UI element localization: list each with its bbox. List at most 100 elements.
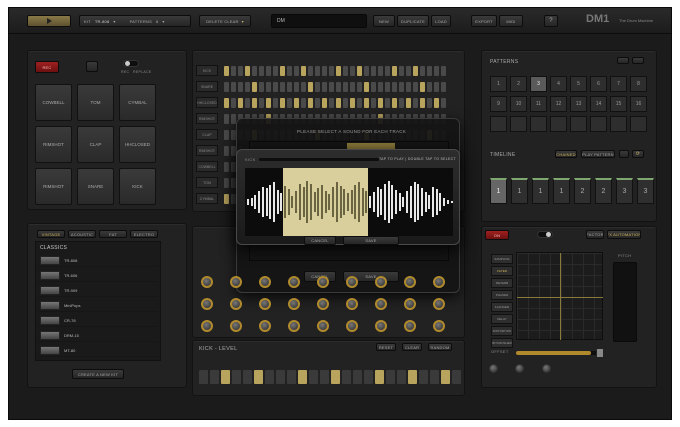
mixer-knob[interactable] [433, 298, 445, 310]
midi-button[interactable]: MIDI [499, 15, 523, 27]
mixer-knob[interactable] [375, 298, 387, 310]
mixer-knob[interactable] [259, 320, 271, 332]
kit-tab-vintage[interactable]: VINTAGE [37, 230, 65, 238]
level-reset-button[interactable]: RESET [376, 343, 396, 351]
mixer-knob[interactable] [230, 276, 242, 288]
fx-item[interactable]: DELAY [491, 314, 513, 324]
kit-list-item[interactable]: MiniPops [38, 299, 158, 312]
pattern-cell[interactable] [590, 116, 607, 132]
timeline-slot[interactable]: 3 [616, 178, 633, 204]
drum-pad[interactable]: COWBELL [35, 84, 72, 121]
track-label[interactable]: HHCLOSED [196, 97, 218, 108]
mixer-knob[interactable] [433, 276, 445, 288]
sequencer-step[interactable] [308, 82, 313, 92]
sequencer-step[interactable] [371, 82, 376, 92]
mixer-knob[interactable] [433, 320, 445, 332]
sequencer-step[interactable] [441, 98, 446, 108]
mixer-knob[interactable] [346, 320, 358, 332]
drum-pad[interactable]: SNARE [77, 168, 114, 205]
level-step[interactable] [397, 370, 406, 384]
create-kit-button[interactable]: CREATE A NEW KIT [72, 369, 124, 379]
track-label[interactable]: KICK [196, 65, 218, 76]
sequencer-step[interactable] [287, 82, 292, 92]
sequencer-step[interactable] [266, 98, 271, 108]
kit-list-item[interactable]: DRM-15 [38, 329, 158, 342]
offset-slider-handle[interactable] [596, 348, 604, 358]
pattern-cell[interactable]: 14 [590, 96, 607, 112]
mixer-knob[interactable] [375, 320, 387, 332]
level-step[interactable] [298, 370, 307, 384]
sequencer-step[interactable] [371, 98, 376, 108]
sequencer-step[interactable] [224, 146, 229, 156]
sequencer-step[interactable] [434, 98, 439, 108]
patterns-option-button[interactable] [617, 57, 629, 64]
sequencer-step[interactable] [427, 98, 432, 108]
sequencer-step[interactable] [378, 66, 383, 76]
sequencer-step[interactable] [245, 66, 250, 76]
pattern-cell[interactable]: 12 [550, 96, 567, 112]
kit-list-item[interactable]: CR-78 [38, 314, 158, 327]
sequencer-step[interactable] [280, 66, 285, 76]
sequencer-step[interactable] [280, 82, 285, 92]
mixer-knob[interactable] [201, 298, 213, 310]
fx-knob[interactable] [489, 364, 498, 373]
fx-item[interactable]: FLANGER [491, 302, 513, 312]
drum-pad[interactable]: TOM [77, 84, 114, 121]
mixer-knob[interactable] [404, 276, 416, 288]
level-clear-button[interactable]: CLEAR [402, 343, 422, 351]
mixer-knob[interactable] [259, 298, 271, 310]
level-step[interactable] [452, 370, 461, 384]
sequencer-step[interactable] [294, 82, 299, 92]
sequencer-step[interactable] [399, 98, 404, 108]
sequencer-step[interactable] [224, 178, 229, 188]
sequencer-step[interactable] [364, 66, 369, 76]
kit-tab-electro[interactable]: ELECTRO [130, 230, 158, 238]
mixer-knob[interactable] [375, 276, 387, 288]
sequencer-step[interactable] [252, 82, 257, 92]
level-step[interactable] [265, 370, 274, 384]
pattern-cell[interactable]: 16 [630, 96, 647, 112]
track-label[interactable]: TOM [196, 177, 218, 188]
sequencer-step[interactable] [441, 82, 446, 92]
sequencer-step[interactable] [385, 98, 390, 108]
fx-knob[interactable] [542, 364, 551, 373]
sequencer-step[interactable] [336, 66, 341, 76]
new-button[interactable]: NEW [373, 15, 395, 27]
sequencer-step[interactable] [336, 82, 341, 92]
sequencer-step[interactable] [315, 66, 320, 76]
sequencer-step[interactable] [406, 98, 411, 108]
timeline-slot[interactable]: 2 [595, 178, 612, 204]
mixer-knob[interactable] [288, 298, 300, 310]
level-step[interactable] [287, 370, 296, 384]
timeline-loop-button[interactable]: ⟳ [632, 150, 644, 158]
fx-item[interactable]: PHASER [491, 290, 513, 300]
level-step[interactable] [243, 370, 252, 384]
kit-list-item[interactable]: TR-606 [38, 269, 158, 282]
timeline-link-button[interactable] [619, 150, 629, 158]
help-button[interactable]: ? [544, 15, 558, 27]
pattern-cell[interactable] [550, 116, 567, 132]
sequencer-step[interactable] [427, 82, 432, 92]
sequencer-step[interactable] [343, 82, 348, 92]
sequencer-step[interactable] [231, 98, 236, 108]
sequencer-step[interactable] [413, 66, 418, 76]
pattern-cell[interactable]: 5 [570, 76, 587, 92]
sequencer-step[interactable] [392, 82, 397, 92]
mixer-knob[interactable] [201, 320, 213, 332]
pattern-cell[interactable] [530, 116, 547, 132]
level-step[interactable] [353, 370, 362, 384]
sequencer-step[interactable] [434, 82, 439, 92]
sequencer-step[interactable] [357, 82, 362, 92]
delete-clear-button[interactable]: DELETE CLEAR ▾ [199, 15, 251, 27]
timeline-play-button[interactable]: PLAY PATTERN [581, 150, 615, 158]
level-step[interactable] [364, 370, 373, 384]
sequencer-step[interactable] [224, 98, 229, 108]
sequencer-step[interactable] [308, 98, 313, 108]
pattern-cell[interactable] [510, 116, 527, 132]
level-step[interactable] [276, 370, 285, 384]
sequencer-step[interactable] [245, 82, 250, 92]
drum-pad[interactable]: CYMBAL [119, 84, 156, 121]
level-step[interactable] [210, 370, 219, 384]
pattern-cell[interactable] [490, 116, 507, 132]
sequencer-step[interactable] [238, 98, 243, 108]
